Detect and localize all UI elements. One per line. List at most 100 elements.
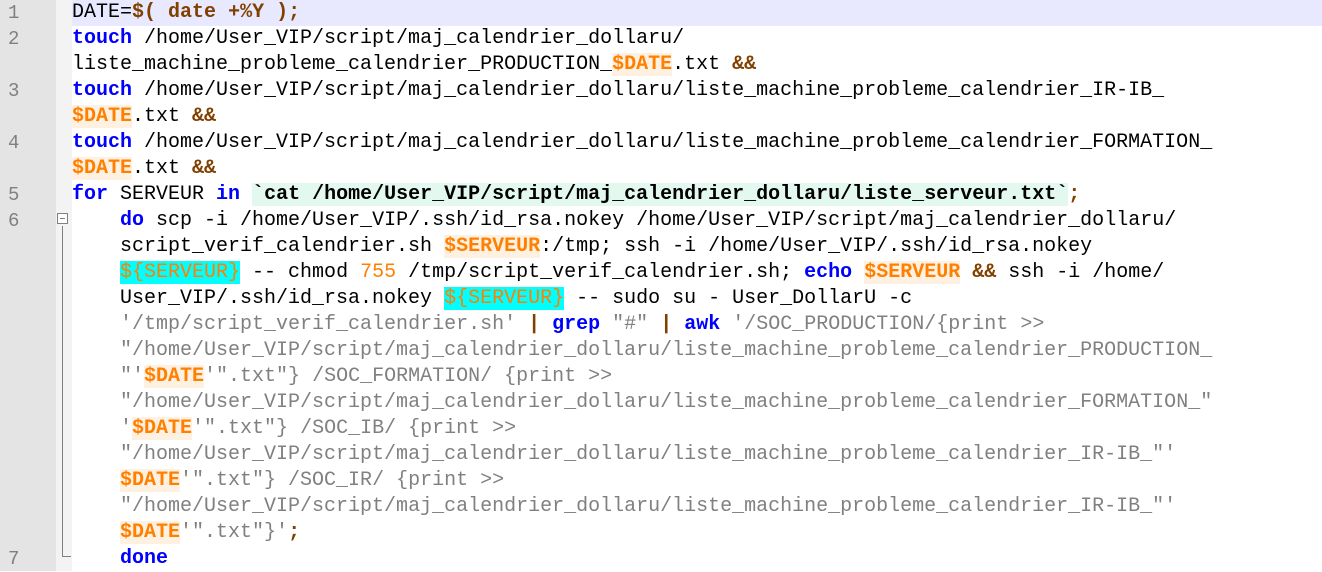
code-token: scp -i /home/User_VIP/.ssh/id_rsa.nokey … <box>144 209 1177 232</box>
code-token: /home/User_VIP/script/maj_calendrier_dol… <box>132 79 1165 102</box>
code-token: touch <box>72 131 133 154</box>
code-token: $SERVEUR <box>444 235 541 258</box>
code-token: "/home/User_VIP/script/maj_calendrier_do… <box>120 443 1177 466</box>
fold-end-marker <box>62 556 71 557</box>
code-row[interactable]: '$DATE'".txt"} /SOC_IB/ {print >> <box>72 416 1322 442</box>
fold-guide-line <box>62 226 63 556</box>
line-number: 3 <box>8 80 20 102</box>
code-row[interactable]: "/home/User_VIP/script/maj_calendrier_do… <box>72 494 1322 520</box>
line-number-gutter: 1 2 3 4 5 6 7 <box>0 0 56 571</box>
code-row[interactable]: $DATE.txt && <box>72 104 1322 130</box>
code-token: ); <box>276 1 301 24</box>
code-token: | <box>528 313 541 336</box>
code-token: .txt <box>132 157 193 180</box>
code-row-current[interactable]: DATE=$( date +%Y ); <box>72 0 1322 26</box>
code-token: do <box>120 209 145 232</box>
code-token: ssh -i /home/ <box>996 261 1165 284</box>
code-token: "/home/User_VIP/script/maj_calendrier_do… <box>120 391 1213 414</box>
code-row[interactable]: script_verif_calendrier.sh $SERVEUR:/tmp… <box>72 234 1322 260</box>
code-row[interactable]: "'$DATE'".txt"} /SOC_FORMATION/ {print >… <box>72 364 1322 390</box>
code-token: grep <box>552 313 601 336</box>
code-token: && <box>972 261 997 284</box>
code-token: /tmp/script_verif_calendrier.sh; <box>396 261 805 284</box>
code-row[interactable]: do scp -i /home/User_VIP/.ssh/id_rsa.nok… <box>72 208 1322 234</box>
code-token: $( <box>132 1 157 24</box>
code-row[interactable]: $DATE'".txt"}'; <box>72 520 1322 546</box>
code-row[interactable]: "/home/User_VIP/script/maj_calendrier_do… <box>72 338 1322 364</box>
code-row[interactable]: liste_machine_probleme_calendrier_PRODUC… <box>72 52 1322 78</box>
code-token: '".txt"}' <box>180 521 289 544</box>
code-token: "#" <box>612 313 649 336</box>
line-number: 7 <box>8 548 20 570</box>
code-token: -- chmod <box>240 261 361 284</box>
code-token: && <box>192 157 217 180</box>
code-token: "/home/User_VIP/script/maj_calendrier_do… <box>120 339 1213 362</box>
code-token: touch <box>72 27 133 50</box>
code-token: | <box>660 313 673 336</box>
line-number: 1 <box>8 2 20 24</box>
code-token: done <box>120 547 169 570</box>
code-token: -- sudo su - User_DollarU -c <box>564 287 913 310</box>
code-token: '/SOC_PRODUCTION/{print >> <box>732 313 1045 336</box>
code-token: for <box>72 183 109 206</box>
code-row[interactable]: User_VIP/.ssh/id_rsa.nokey ${SERVEUR} --… <box>72 286 1322 312</box>
code-token: liste_machine_probleme_calendrier_PRODUC… <box>72 53 613 76</box>
code-token: 755 <box>360 261 397 284</box>
code-row[interactable]: touch /home/User_VIP/script/maj_calendri… <box>72 26 1322 52</box>
code-row[interactable]: for SERVEUR in `cat /home/User_VIP/scrip… <box>72 182 1322 208</box>
code-token: DATE= <box>72 1 133 24</box>
code-token: ; <box>288 521 301 544</box>
code-token: '".txt"} /SOC_FORMATION/ {print >> <box>204 365 613 388</box>
code-row[interactable]: "/home/User_VIP/script/maj_calendrier_do… <box>72 442 1322 468</box>
fold-margin <box>56 0 72 571</box>
code-token: "/home/User_VIP/script/maj_calendrier_do… <box>120 495 1177 518</box>
code-token: $DATE <box>72 157 133 180</box>
code-token: ${SERVEUR} <box>120 261 241 284</box>
code-token: '".txt"} /SOC_IR/ {print >> <box>180 469 505 492</box>
code-token: in <box>216 183 241 206</box>
code-token: awk <box>684 313 721 336</box>
code-token: .txt <box>132 105 193 128</box>
code-row[interactable]: done <box>72 546 1322 572</box>
code-token: ${SERVEUR} <box>444 287 565 310</box>
code-token: /home/User_VIP/script/maj_calendrier_dol… <box>132 27 685 50</box>
code-token: touch <box>72 79 133 102</box>
fold-collapse-icon[interactable] <box>57 213 68 224</box>
code-row[interactable]: touch /home/User_VIP/script/maj_calendri… <box>72 130 1322 156</box>
code-editor[interactable]: 1 2 3 4 5 6 7 DATE=$( date +%Y ); touch /… <box>0 0 1322 571</box>
code-row[interactable]: $DATE.txt && <box>72 156 1322 182</box>
code-row[interactable]: ${SERVEUR} -- chmod 755 /tmp/script_veri… <box>72 260 1322 286</box>
code-token: '/tmp/script_verif_calendrier.sh' <box>120 313 517 336</box>
code-token: User_VIP/.ssh/id_rsa.nokey <box>72 287 445 310</box>
code-token: :/tmp; ssh -i /home/User_VIP/.ssh/id_rsa… <box>540 235 1093 258</box>
code-token: date <box>168 1 217 24</box>
code-token: $DATE <box>72 105 133 128</box>
code-row[interactable]: '/tmp/script_verif_calendrier.sh' | grep… <box>72 312 1322 338</box>
code-token: && <box>192 105 217 128</box>
code-row[interactable]: touch /home/User_VIP/script/maj_calendri… <box>72 78 1322 104</box>
code-token: $DATE <box>132 417 193 440</box>
code-row[interactable]: $DATE'".txt"} /SOC_IR/ {print >> <box>72 468 1322 494</box>
code-row[interactable]: "/home/User_VIP/script/maj_calendrier_do… <box>72 390 1322 416</box>
line-number: 4 <box>8 132 20 154</box>
code-token: /home/User_VIP/script/maj_calendrier_dol… <box>132 131 1213 154</box>
code-token: $DATE <box>120 469 181 492</box>
code-token: && <box>732 53 757 76</box>
line-number: 6 <box>8 210 20 232</box>
code-token: $DATE <box>612 53 673 76</box>
